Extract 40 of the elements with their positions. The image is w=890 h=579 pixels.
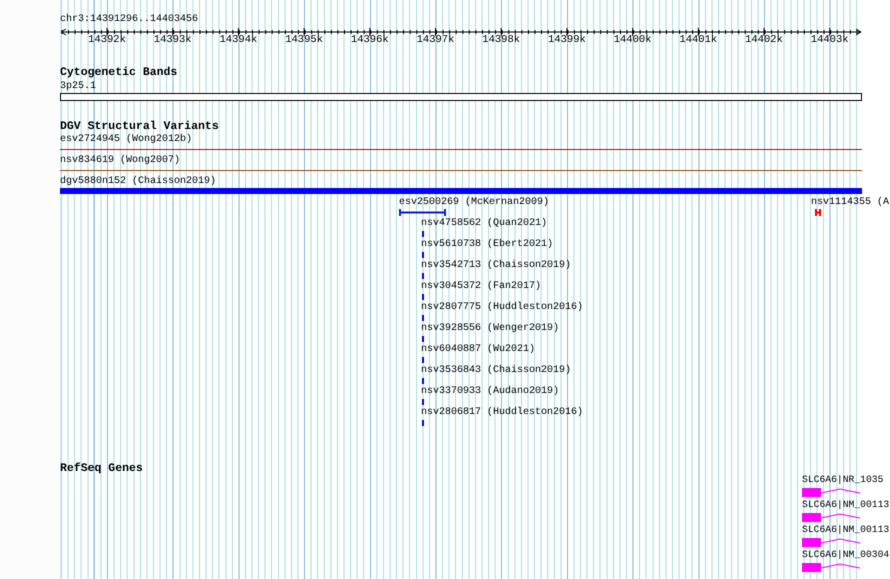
gene-model-drawing xyxy=(802,513,862,523)
track-title: RefSeq Genes xyxy=(60,462,143,475)
tick-label: 14399k xyxy=(548,34,586,46)
tick-label: 14392k xyxy=(88,34,126,46)
variant-label: nsv6040887 (Wu2021) xyxy=(421,344,536,356)
tick-label: 14400k xyxy=(614,34,652,46)
gene-model-drawing xyxy=(802,563,862,573)
gene-model-drawing xyxy=(802,538,862,548)
variant-label: nsv3928556 (Wenger2019) xyxy=(421,323,560,335)
tick-label: 14393k xyxy=(154,34,192,46)
variant-label: nsv3542713 (Chaisson2019) xyxy=(421,260,572,272)
tick-label: 14403k xyxy=(810,34,849,46)
variant-label: esv2724945 (Wong2012b) xyxy=(60,134,192,146)
ruler-label: chr3:14391296..14403456 xyxy=(60,14,198,26)
gene-label: SLC6A6|NM_00113 xyxy=(802,499,890,511)
gene-label: SLC6A6|NR_1035 xyxy=(802,474,884,486)
track-title: DGV Structural Variants xyxy=(60,120,219,133)
variant-label: esv2500269 (McKernan2009) xyxy=(399,197,550,209)
gene-label: SLC6A6|NM_00304 xyxy=(802,549,890,561)
tick-label: 14395k xyxy=(285,34,323,46)
tick-label: 14402k xyxy=(745,34,783,46)
variant-label: nsv3045372 (Fan2017) xyxy=(421,281,542,293)
tick-label: 14394k xyxy=(219,34,258,46)
variant-label: nsv4758562 (Quan2021) xyxy=(421,218,548,230)
variant-label: dgv5880n152 (Chaisson2019) xyxy=(60,176,216,188)
variant-label: nsv834619 (Wong2007) xyxy=(60,155,180,167)
variant-label: nsv1114355 (A xyxy=(811,197,890,209)
variant-label: nsv3370933 (Audano2019) xyxy=(421,386,560,398)
variant-label: nsv5610738 (Ebert2021) xyxy=(421,239,554,251)
variant-label: nsv3536843 (Chaisson2019) xyxy=(421,365,572,377)
gene-label: SLC6A6|NM_00113 xyxy=(802,524,890,536)
track-title: Cytogenetic Bands xyxy=(60,66,178,79)
tick-label: 14396k xyxy=(350,34,389,46)
gene-model-drawing xyxy=(802,488,862,498)
tick-label: 14398k xyxy=(482,34,520,46)
tick-label: 14397k xyxy=(416,34,454,46)
variant-label: nsv2806817 (Huddleston2016) xyxy=(421,407,584,419)
band-label: 3p25.1 xyxy=(60,81,96,93)
tick-label: 14401k xyxy=(679,34,718,46)
variant-label: nsv2807775 (Huddleston2016) xyxy=(421,302,584,314)
